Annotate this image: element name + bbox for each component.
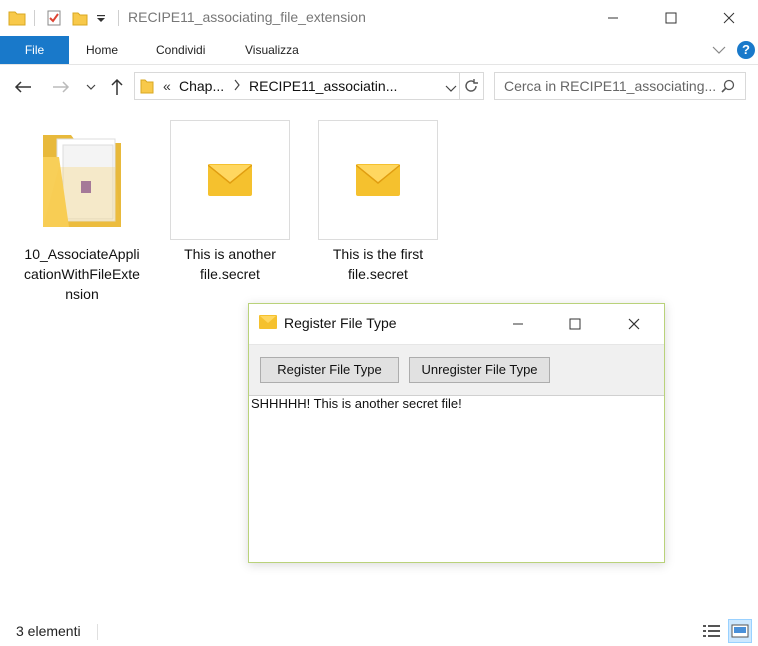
divider <box>34 10 35 26</box>
dialog-title-bar[interactable]: Register File Type <box>249 304 664 344</box>
window-title: RECIPE11_associating_file_extension <box>128 9 366 25</box>
chevron-right-icon <box>233 79 241 94</box>
register-file-type-dialog: Register File Type Register File Type Un… <box>248 303 665 563</box>
minimize-button[interactable] <box>584 0 642 36</box>
divider <box>97 624 98 640</box>
search-icon[interactable] <box>721 79 735 96</box>
divider <box>118 10 119 26</box>
tab-home[interactable]: Home <box>86 36 118 64</box>
ribbon: File Home Condividi Visualizza ? <box>0 36 758 65</box>
divider <box>459 73 460 99</box>
details-view-button[interactable] <box>702 622 722 640</box>
envelope-icon <box>170 120 290 240</box>
file-item[interactable]: This is another file.secret <box>170 120 290 284</box>
item-label: 10_AssociateApplicationWithFileExtension <box>24 246 140 302</box>
envelope-icon <box>318 120 438 240</box>
breadcrumb-item[interactable]: RECIPE11_associatin... <box>249 78 397 94</box>
maximize-icon <box>665 12 677 24</box>
close-button[interactable] <box>700 0 758 36</box>
dialog-maximize-button[interactable] <box>556 304 594 344</box>
refresh-icon[interactable] <box>463 78 479 97</box>
customize-toolbar-icon[interactable] <box>96 0 106 36</box>
search-placeholder: Cerca in RECIPE11_associating... <box>504 78 717 94</box>
back-button[interactable] <box>12 76 34 98</box>
back-arrow-icon <box>14 81 31 93</box>
dialog-close-button[interactable] <box>615 304 653 344</box>
dialog-minimize-button[interactable] <box>499 304 537 344</box>
register-button[interactable]: Register File Type <box>260 357 399 383</box>
item-label: This is another file.secret <box>184 246 276 282</box>
forward-arrow-icon <box>53 81 70 93</box>
forward-button[interactable] <box>50 76 72 98</box>
folder-item[interactable]: 10_AssociateApplicationWithFileExtension <box>22 120 142 304</box>
search-box[interactable]: Cerca in RECIPE11_associating... <box>494 72 746 100</box>
tab-share[interactable]: Condividi <box>156 36 205 64</box>
file-item[interactable]: This is the first file.secret <box>318 120 438 284</box>
title-bar: RECIPE11_associating_file_extension <box>0 0 758 36</box>
folder-icon <box>140 78 154 97</box>
folder-icon <box>22 120 142 240</box>
minimize-icon <box>608 17 618 19</box>
address-bar[interactable]: « Chap... RECIPE11_associatin... <box>134 72 484 100</box>
tab-file[interactable]: File <box>0 36 69 64</box>
item-count: 3 elementi <box>16 623 81 639</box>
up-button[interactable] <box>106 76 128 98</box>
breadcrumb-item[interactable]: Chap... <box>179 78 224 94</box>
expand-ribbon-icon[interactable] <box>712 44 726 58</box>
minimize-icon <box>513 323 523 325</box>
maximize-icon <box>569 318 581 330</box>
large-icons-view-button[interactable] <box>728 619 752 643</box>
help-icon[interactable]: ? <box>737 41 755 59</box>
details-view-icon <box>703 625 720 637</box>
unregister-button[interactable]: Unregister File Type <box>409 357 550 383</box>
large-icons-view-icon <box>731 624 749 638</box>
tab-view[interactable]: Visualizza <box>245 36 299 64</box>
maximize-button[interactable] <box>642 0 700 36</box>
up-arrow-icon <box>111 78 123 95</box>
properties-icon[interactable] <box>46 0 62 36</box>
dialog-title: Register File Type <box>284 315 397 331</box>
file-content-text[interactable]: SHHHHH! This is another secret file! <box>251 396 462 411</box>
envelope-icon <box>259 315 277 332</box>
new-folder-icon[interactable] <box>72 0 88 36</box>
breadcrumb-overflow[interactable]: « <box>163 78 171 94</box>
recent-locations-button[interactable] <box>84 76 98 98</box>
close-icon <box>723 12 735 24</box>
folder-icon <box>8 0 26 36</box>
address-dropdown-icon[interactable] <box>445 82 457 96</box>
dialog-toolbar: Register File Type Unregister File Type <box>249 344 664 396</box>
item-label: This is the first file.secret <box>332 246 424 282</box>
close-icon <box>628 318 640 330</box>
chevron-down-icon <box>86 84 96 90</box>
